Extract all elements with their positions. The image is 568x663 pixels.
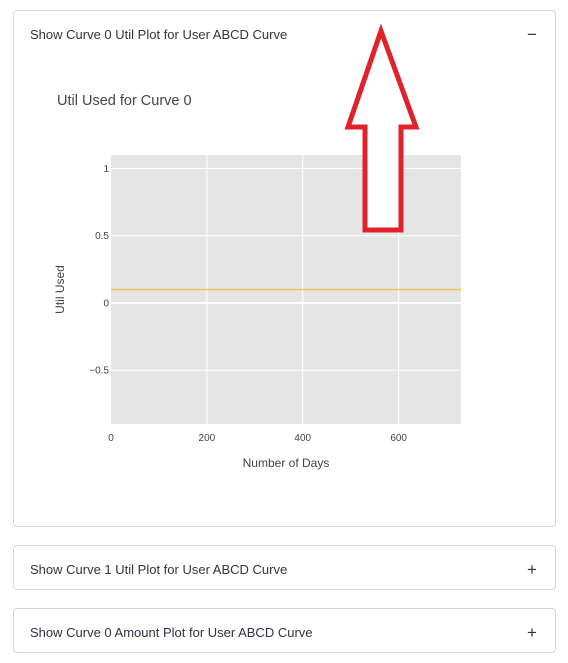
expander-header-curve0-amount[interactable]: Show Curve 0 Amount Plot for User ABCD C…: [14, 609, 555, 655]
x-tick-label: 600: [390, 433, 407, 444]
expander-curve1-util: Show Curve 1 Util Plot for User ABCD Cur…: [13, 545, 556, 590]
x-tick-label: 0: [108, 433, 114, 444]
chart-title: Util Used for Curve 0: [57, 93, 192, 109]
y-tick-label: 0.5: [95, 231, 109, 242]
y-tick-label: 1: [103, 164, 109, 175]
expand-plus-icon[interactable]: +: [525, 561, 539, 578]
expander-curve0-util: Show Curve 0 Util Plot for User ABCD Cur…: [13, 10, 556, 527]
x-axis-label: Number of Days: [243, 456, 330, 470]
expander-label: Show Curve 1 Util Plot for User ABCD Cur…: [30, 561, 288, 577]
x-tick-labels: 0 200 400 600: [108, 433, 407, 444]
x-tick-label: 200: [199, 433, 216, 444]
expand-plus-icon[interactable]: +: [525, 624, 539, 641]
y-tick-labels: 1 0.5 0 −0.5: [89, 164, 109, 377]
y-tick-label: −0.5: [89, 366, 109, 377]
y-axis-label: Util Used: [53, 265, 67, 314]
expander-curve0-amount: Show Curve 0 Amount Plot for User ABCD C…: [13, 608, 556, 653]
y-tick-label: 0: [103, 298, 109, 309]
expander-label: Show Curve 0 Amount Plot for User ABCD C…: [30, 624, 313, 640]
x-tick-label: 400: [294, 433, 311, 444]
expander-header-curve1-util[interactable]: Show Curve 1 Util Plot for User ABCD Cur…: [14, 546, 555, 592]
util-chart: Util Used for Curve 0 0 200 400 600 1 0.5 0 −0…: [53, 93, 461, 470]
